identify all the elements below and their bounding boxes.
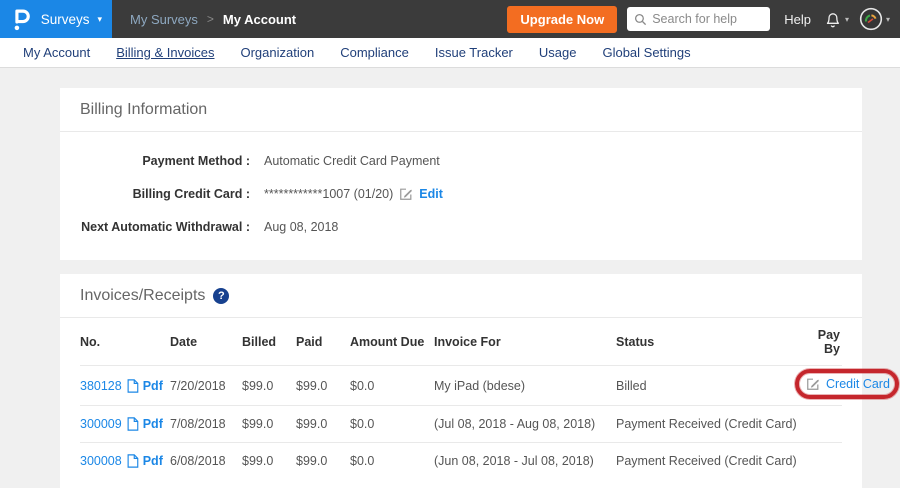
upgrade-now-button[interactable]: Upgrade Now xyxy=(507,6,617,33)
invoice-paid: $99.0 xyxy=(296,406,350,443)
edit-credit-card-link[interactable]: Edit xyxy=(419,187,443,201)
field-value: Aug 08, 2018 xyxy=(264,220,338,234)
breadcrumb-separator: > xyxy=(207,12,214,26)
pdf-link[interactable]: Pdf xyxy=(143,379,163,393)
payment-method-row: Payment Method : Automatic Credit Card P… xyxy=(80,144,842,177)
invoice-date: 6/08/2018 xyxy=(170,443,242,480)
edit-pencil-icon xyxy=(806,377,820,391)
help-search-box[interactable] xyxy=(627,7,770,31)
invoices-table: No. Date Billed Paid Amount Due Invoice … xyxy=(80,318,842,479)
tab-organization[interactable]: Organization xyxy=(227,38,327,68)
page-content: Billing Information Payment Method : Aut… xyxy=(0,68,900,488)
field-value: ************1007 (01/20) Edit xyxy=(264,187,443,201)
invoice-number-link[interactable]: 380128 xyxy=(80,379,122,393)
pdf-link[interactable]: Pdf xyxy=(143,417,163,431)
account-menu-button[interactable]: ▾ xyxy=(859,7,890,31)
invoices-header: Invoices/Receipts ? xyxy=(60,274,862,318)
table-header-row: No. Date Billed Paid Amount Due Invoice … xyxy=(80,318,842,366)
breadcrumb: My Surveys > My Account xyxy=(130,12,296,27)
invoice-for: My iPad (bdese) xyxy=(434,366,616,406)
next-withdrawal-row: Next Automatic Withdrawal : Aug 08, 2018 xyxy=(80,210,842,243)
account-nav-tabs: My Account Billing & Invoices Organizati… xyxy=(0,38,900,68)
chevron-down-icon: ▾ xyxy=(845,15,849,24)
questionpro-logo-icon xyxy=(12,7,32,31)
table-row: 300009 Pdf 7/08/2018 $99.0 $99.0 $0. xyxy=(80,406,842,443)
invoice-for: (Jul 08, 2018 - Aug 08, 2018) xyxy=(434,406,616,443)
breadcrumb-current-page: My Account xyxy=(223,12,296,27)
col-no: No. xyxy=(80,318,170,366)
masked-card-number: ************1007 (01/20) xyxy=(264,187,393,201)
breadcrumb-my-surveys[interactable]: My Surveys xyxy=(130,12,198,27)
search-icon xyxy=(634,13,647,26)
invoice-billed: $99.0 xyxy=(242,366,296,406)
invoice-amount-due: $0.0 xyxy=(350,406,434,443)
field-label: Payment Method : xyxy=(80,154,250,168)
invoice-pay-by xyxy=(806,406,842,443)
invoice-status: Payment Received (Credit Card) xyxy=(616,443,806,480)
topbar-actions: Upgrade Now Help ▾ ▾ xyxy=(507,6,900,33)
billing-details: Payment Method : Automatic Credit Card P… xyxy=(60,132,862,260)
invoice-amount-due: $0.0 xyxy=(350,443,434,480)
field-value: Automatic Credit Card Payment xyxy=(264,154,440,168)
notifications-button[interactable]: ▾ xyxy=(823,9,849,29)
invoice-date: 7/20/2018 xyxy=(170,366,242,406)
invoices-table-container: No. Date Billed Paid Amount Due Invoice … xyxy=(60,318,862,488)
chevron-down-icon: ▾ xyxy=(97,14,102,25)
tab-global-settings[interactable]: Global Settings xyxy=(589,38,703,68)
edit-pencil-icon xyxy=(399,187,413,201)
product-menu-label: Surveys xyxy=(41,12,90,27)
col-pay-by: Pay By xyxy=(806,318,842,366)
product-menu-button[interactable]: Surveys ▾ xyxy=(0,0,112,38)
invoice-for: (Jun 08, 2018 - Jul 08, 2018) xyxy=(434,443,616,480)
invoice-number-link[interactable]: 300008 xyxy=(80,454,122,468)
chevron-down-icon: ▾ xyxy=(886,15,890,24)
billing-information-header: Billing Information xyxy=(60,88,862,132)
tab-usage[interactable]: Usage xyxy=(526,38,590,68)
pdf-link[interactable]: Pdf xyxy=(143,454,163,468)
table-row: 380128 Pdf 7/20/2018 $99.0 $99.0 $0. xyxy=(80,366,842,406)
invoice-billed: $99.0 xyxy=(242,406,296,443)
section-title: Invoices/Receipts xyxy=(80,287,205,305)
help-icon[interactable]: ? xyxy=(213,288,229,304)
top-bar: Surveys ▾ My Surveys > My Account Upgrad… xyxy=(0,0,900,38)
tab-my-account[interactable]: My Account xyxy=(10,38,103,68)
tab-billing-invoices[interactable]: Billing & Invoices xyxy=(103,38,227,68)
field-label: Billing Credit Card : xyxy=(80,187,250,201)
field-label: Next Automatic Withdrawal : xyxy=(80,220,250,234)
invoice-date: 7/08/2018 xyxy=(170,406,242,443)
pdf-file-icon xyxy=(126,417,139,431)
invoice-paid: $99.0 xyxy=(296,443,350,480)
col-amount-due: Amount Due xyxy=(350,318,434,366)
col-date: Date xyxy=(170,318,242,366)
pdf-file-icon xyxy=(126,454,139,468)
pdf-file-icon xyxy=(126,379,139,393)
invoice-pay-by xyxy=(806,443,842,480)
tab-compliance[interactable]: Compliance xyxy=(327,38,422,68)
avatar xyxy=(859,7,883,31)
invoice-paid: $99.0 xyxy=(296,366,350,406)
tab-issue-tracker[interactable]: Issue Tracker xyxy=(422,38,526,68)
search-input[interactable] xyxy=(652,12,763,26)
invoice-billed: $99.0 xyxy=(242,443,296,480)
billing-information-card: Billing Information Payment Method : Aut… xyxy=(60,88,862,260)
billing-credit-card-row: Billing Credit Card : ************1007 (… xyxy=(80,177,842,210)
invoice-amount-due: $0.0 xyxy=(350,366,434,406)
col-status: Status xyxy=(616,318,806,366)
help-link[interactable]: Help xyxy=(784,12,811,27)
invoice-status: Payment Received (Credit Card) xyxy=(616,406,806,443)
table-row: 300008 Pdf 6/08/2018 $99.0 $99.0 $0. xyxy=(80,443,842,480)
col-invoice-for: Invoice For xyxy=(434,318,616,366)
section-title: Billing Information xyxy=(80,101,207,119)
col-billed: Billed xyxy=(242,318,296,366)
col-paid: Paid xyxy=(296,318,350,366)
pay-by-credit-card-link[interactable]: Credit Card xyxy=(826,377,890,391)
bell-icon xyxy=(823,9,842,29)
invoice-number-link[interactable]: 300009 xyxy=(80,417,122,431)
invoice-status: Billed xyxy=(616,366,806,406)
invoices-receipts-card: Invoices/Receipts ? No. Date Billed Paid… xyxy=(60,274,862,488)
